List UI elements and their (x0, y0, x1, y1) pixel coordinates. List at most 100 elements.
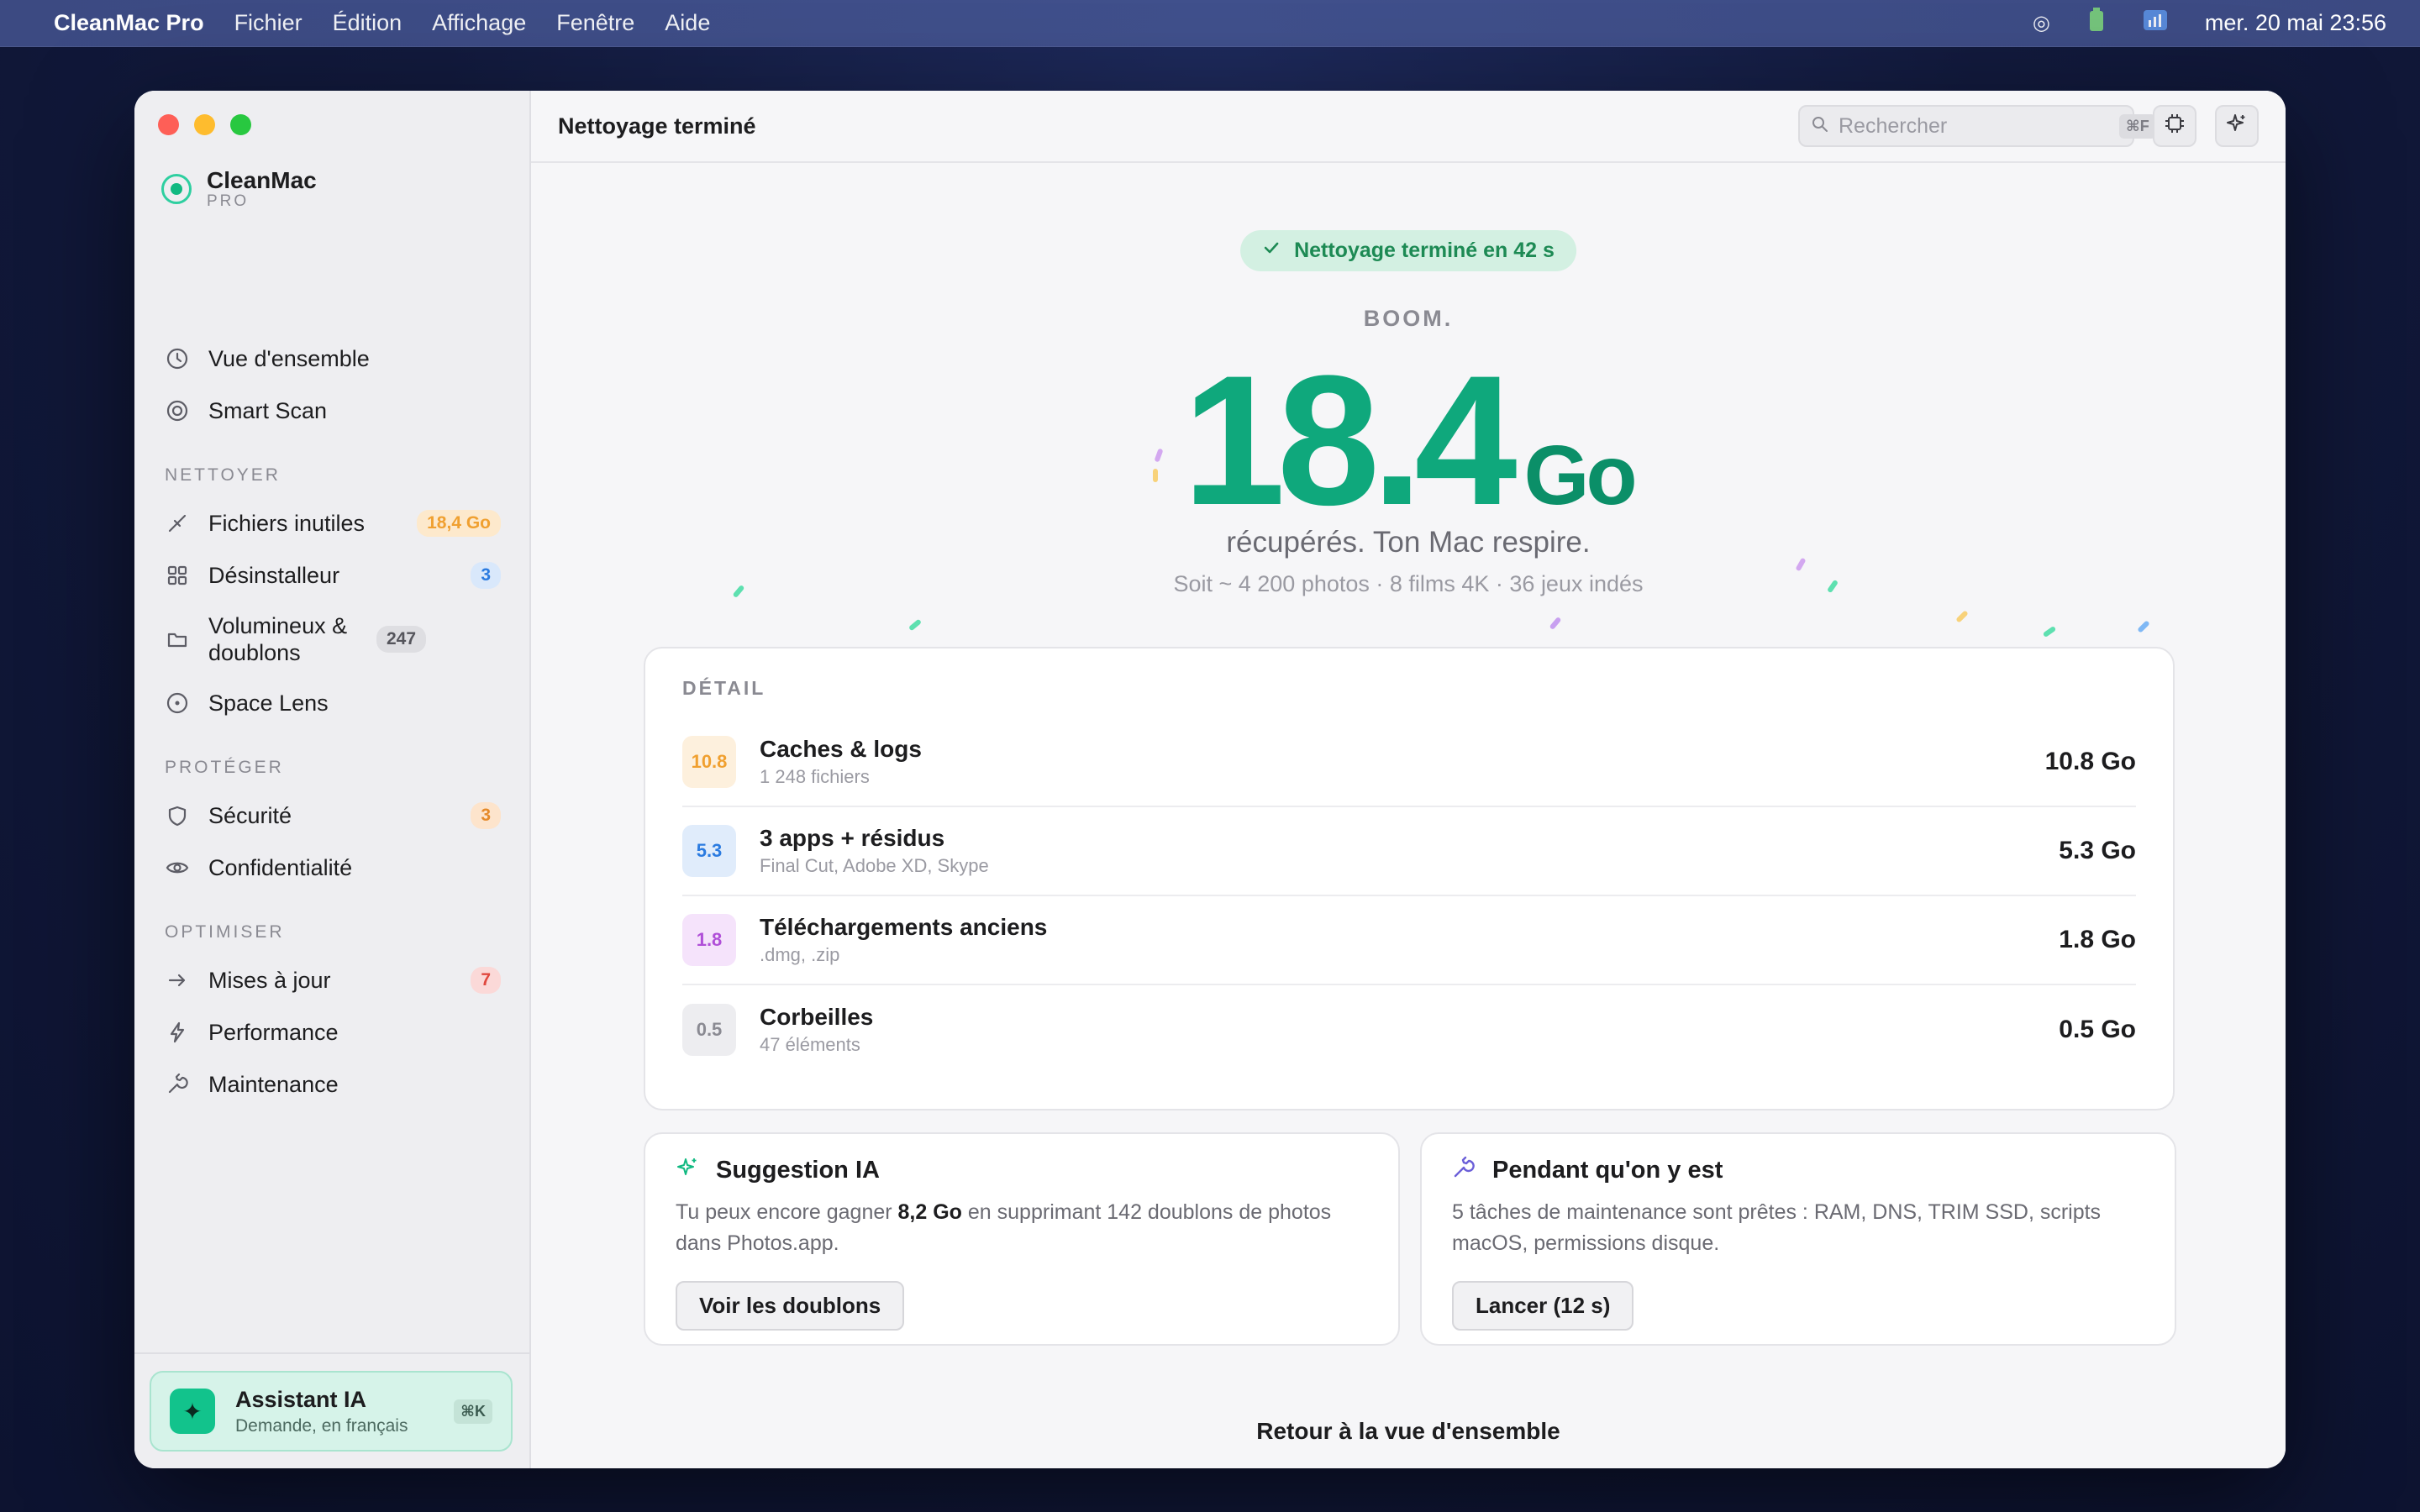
brand-tier: PRO (207, 192, 250, 210)
clock-icon (165, 346, 190, 371)
toolbar: Nettoyage terminé ⌘F (531, 91, 2286, 163)
checkmark-icon (1262, 239, 1281, 263)
row-subtitle: 1 248 fichiers (760, 766, 870, 787)
confetti-piece (1153, 469, 1158, 482)
back-to-overview-link[interactable]: Retour à la vue d'ensemble (531, 1418, 2286, 1445)
updates-count-badge: 7 (471, 967, 501, 994)
apps-chip: 5.3 (682, 825, 736, 877)
sidebar-item-label: Performance (208, 1020, 339, 1045)
sidebar-item-label: Space Lens (208, 690, 329, 716)
sidebar-divider (134, 1352, 529, 1354)
row-value: 1.8 Go (2059, 926, 2136, 953)
sparkle-icon (676, 1156, 699, 1185)
sidebar: CleanMac PRO Vue d'ensemble Smart Scan N… (134, 91, 531, 1468)
sidebar-item-updates[interactable]: Mises à jour 7 (151, 954, 514, 1006)
confetti-piece (1795, 557, 1807, 572)
confetti-piece (1955, 610, 1969, 623)
wrench-icon (1452, 1156, 1476, 1185)
detail-label: DÉTAIL (682, 677, 766, 699)
sidebar-item-label: Smart Scan (208, 398, 328, 423)
menu-affichage[interactable]: Affichage (432, 10, 526, 36)
view-duplicates-button[interactable]: Voir les doublons (676, 1281, 905, 1331)
junk-size-badge: 18,4 Go (417, 510, 501, 537)
sidebar-item-space-lens[interactable]: Space Lens (151, 677, 514, 729)
run-maintenance-button[interactable]: Lancer (12 s) (1452, 1281, 1634, 1331)
main-panel: Nettoyage terminé ⌘F (531, 91, 2286, 1468)
target-tray-icon[interactable]: ◎ (2033, 11, 2050, 35)
search-field[interactable]: ⌘F (1798, 105, 2156, 147)
stats-tray-icon[interactable] (2143, 9, 2168, 37)
bolt-icon (165, 1020, 190, 1045)
sidebar-item-label: Mises à jour (208, 968, 331, 993)
sidebar-item-label: Maintenance (208, 1072, 339, 1097)
row-value: 10.8 Go (2044, 748, 2136, 775)
menu-fichier[interactable]: Fichier (234, 10, 302, 36)
sidebar-item-large-duplicates[interactable]: Volumineux & doublons 247 (151, 601, 514, 677)
row-value: 5.3 Go (2059, 837, 2136, 864)
sidebar-item-overview[interactable]: Vue d'ensemble (151, 333, 514, 385)
sidebar-item-privacy[interactable]: Confidentialité (151, 842, 514, 894)
menu-clock[interactable]: mer. 20 mai 23:56 (2205, 10, 2386, 36)
card-title: Pendant qu'on y est (1492, 1157, 1723, 1184)
search-input[interactable] (1839, 113, 2109, 139)
uninstaller-count-badge: 3 (471, 562, 501, 589)
row-subtitle: Final Cut, Adobe XD, Skype (760, 855, 989, 876)
confetti-piece (908, 618, 923, 632)
brand: CleanMac PRO (161, 168, 317, 210)
assistant-subtitle: Demande, en français (235, 1415, 408, 1436)
sidebar-item-smart-scan[interactable]: Smart Scan (151, 385, 514, 437)
row-subtitle: 47 éléments (760, 1034, 860, 1055)
recovered-value: 18.4 (1182, 337, 1517, 543)
search-icon (1812, 116, 1828, 137)
target-icon (165, 398, 190, 423)
cpu-icon (2164, 113, 2186, 140)
sparkle-icon: ✦ (170, 1389, 215, 1434)
menu-bar: CleanMac Pro Fichier Édition Affichage F… (0, 0, 2420, 47)
menu-edition[interactable]: Édition (333, 10, 402, 36)
confetti-piece (2042, 625, 2057, 638)
confetti-piece (1549, 616, 1562, 631)
sidebar-item-label: Sécurité (208, 803, 292, 828)
grid-icon (165, 563, 190, 588)
minimize-window-button[interactable] (194, 114, 215, 135)
arrow-right-icon (165, 968, 190, 993)
cpu-button[interactable] (2153, 105, 2196, 147)
zoom-window-button[interactable] (230, 114, 251, 135)
sidebar-item-label: Confidentialité (208, 855, 353, 880)
close-window-button[interactable] (158, 114, 179, 135)
sidebar-item-label: Désinstalleur (208, 563, 340, 588)
detail-row-caches[interactable]: 10.8 Caches & logs 1 248 fichiers 10.8 G… (682, 718, 2136, 807)
row-title: Téléchargements anciens (760, 914, 1048, 940)
brand-name: CleanMac (207, 167, 317, 193)
sidebar-item-security[interactable]: Sécurité 3 (151, 790, 514, 842)
result-content: Nettoyage terminé en 42 s BOOM. 18.4 Go r… (531, 163, 2286, 1468)
menu-app-name[interactable]: CleanMac Pro (54, 10, 204, 36)
menu-aide[interactable]: Aide (665, 10, 710, 36)
sidebar-item-maintenance[interactable]: Maintenance (151, 1058, 514, 1110)
ai-sparkle-button[interactable] (2215, 105, 2259, 147)
detail-row-trash[interactable]: 0.5 Corbeilles 47 éléments 0.5 Go (682, 985, 2136, 1074)
battery-tray-icon[interactable] (2087, 8, 2106, 39)
window-controls (158, 114, 251, 135)
card-body-pre: Tu peux encore gagner (676, 1200, 898, 1224)
section-label-proteger: PROTÉGER (165, 758, 284, 777)
duplicates-count-badge: 247 (376, 626, 427, 653)
assistant-title: Assistant IA (235, 1386, 367, 1412)
sidebar-item-performance[interactable]: Performance (151, 1006, 514, 1058)
card-body-highlight: 8,2 Go (897, 1200, 962, 1224)
app-window: CleanMac PRO Vue d'ensemble Smart Scan N… (134, 91, 2286, 1468)
sidebar-item-junk-files[interactable]: Fichiers inutiles 18,4 Go (151, 497, 514, 549)
detail-row-downloads[interactable]: 1.8 Téléchargements anciens .dmg, .zip 1… (682, 896, 2136, 985)
confetti-piece (2137, 620, 2150, 633)
recovered-unit: Go (1523, 428, 1638, 522)
ai-assistant-button[interactable]: ✦ Assistant IA Demande, en français ⌘K (150, 1371, 513, 1452)
result-headline: récupérés. Ton Mac respire. (1226, 526, 1591, 559)
detail-row-apps[interactable]: 5.3 3 apps + résidus Final Cut, Adobe XD… (682, 807, 2136, 896)
sidebar-item-uninstaller[interactable]: Désinstalleur 3 (151, 549, 514, 601)
card-body: Tu peux encore gagner 8,2 Go en supprima… (676, 1197, 1368, 1259)
trash-chip: 0.5 (682, 1004, 736, 1056)
downloads-chip: 1.8 (682, 914, 736, 966)
row-title: Caches & logs (760, 736, 922, 762)
result-kicker: BOOM. (1363, 306, 1454, 331)
menu-fenetre[interactable]: Fenêtre (556, 10, 634, 36)
